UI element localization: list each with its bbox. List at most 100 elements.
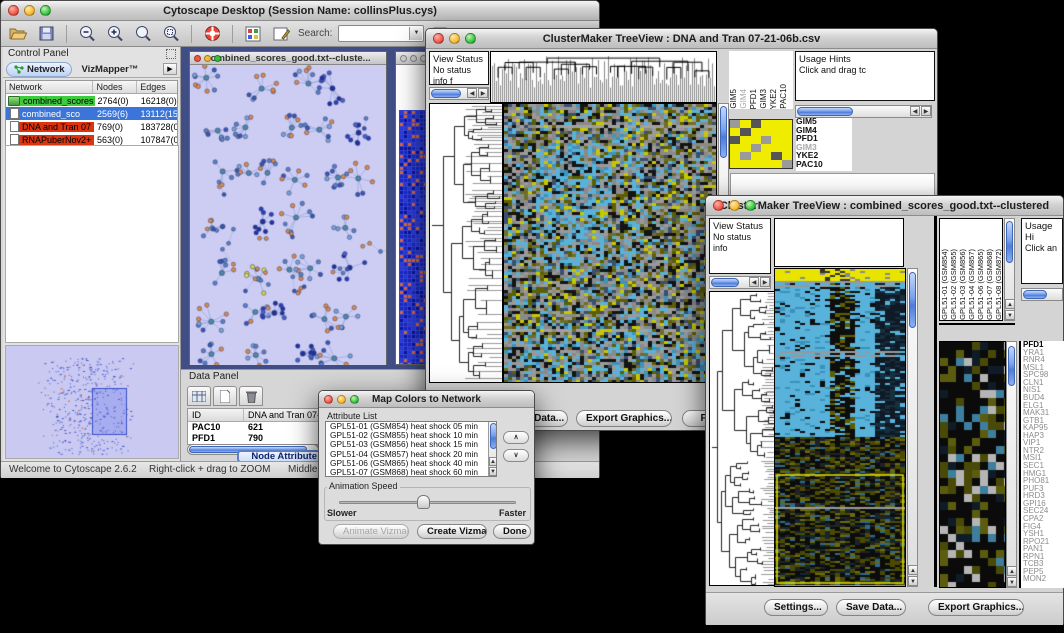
scroll-right-icon[interactable]: ▶ bbox=[921, 106, 931, 116]
minimize-button[interactable] bbox=[204, 55, 211, 62]
zoom-button[interactable] bbox=[350, 395, 359, 404]
scroll-up-icon[interactable]: ▲ bbox=[489, 457, 497, 466]
matrix-cell[interactable] bbox=[771, 120, 781, 128]
matrix-cell[interactable] bbox=[771, 136, 781, 144]
network-view-canvas[interactable] bbox=[190, 65, 386, 365]
scrollbar-thumb[interactable] bbox=[1006, 221, 1013, 263]
main-heatmap-canvas[interactable] bbox=[775, 269, 905, 586]
tab-vizmapper[interactable]: VizMapper™ bbox=[74, 63, 145, 76]
hints-hscrollbar[interactable]: ◀ ▶ bbox=[795, 105, 932, 118]
matrix-cell[interactable] bbox=[740, 128, 750, 136]
zoom-in-button[interactable] bbox=[104, 24, 126, 44]
matrix-cell[interactable] bbox=[730, 160, 740, 168]
scroll-left-icon[interactable]: ◀ bbox=[749, 277, 759, 287]
matrix-cell[interactable] bbox=[761, 128, 771, 136]
heatmap-vscrollbar[interactable]: ▲ ▼ bbox=[907, 268, 918, 587]
matrix-cell[interactable] bbox=[782, 152, 792, 160]
matrix-cell[interactable] bbox=[740, 152, 750, 160]
zoom-out-button[interactable] bbox=[76, 24, 98, 44]
left-dendrogram-canvas[interactable] bbox=[710, 292, 774, 585]
scroll-down-icon[interactable]: ▼ bbox=[1007, 577, 1017, 587]
zoom-button[interactable] bbox=[40, 5, 51, 16]
left-dendrogram[interactable] bbox=[429, 103, 503, 383]
zoom-selected-button[interactable] bbox=[160, 24, 182, 44]
scroll-down-icon[interactable]: ▼ bbox=[1005, 310, 1015, 320]
animate-vizmap-button[interactable]: Animate Vizmap bbox=[333, 524, 409, 539]
network-tree-row[interactable]: DNA and Tran 07769(0)183728(0) bbox=[6, 120, 177, 133]
attribute-list-item[interactable]: GPL51-07 (GSM868) heat shock 60 min bbox=[328, 468, 496, 477]
matrix-cell[interactable] bbox=[771, 152, 781, 160]
network-tree-row[interactable]: combined_sco2569(6)13112(15) bbox=[6, 107, 177, 120]
gene-label[interactable]: MON2 bbox=[1023, 575, 1064, 583]
close-button[interactable] bbox=[194, 55, 201, 62]
delete-attribute-button[interactable] bbox=[239, 386, 263, 406]
hints-hscrollbar[interactable] bbox=[1021, 288, 1063, 301]
search-input[interactable] bbox=[339, 29, 409, 44]
scrollbar-thumb[interactable] bbox=[720, 106, 727, 158]
dialog-titlebar[interactable]: Map Colors to Network bbox=[319, 391, 534, 408]
minimize-button[interactable] bbox=[410, 55, 417, 62]
labels-vscrollbar[interactable]: ▲ ▼ bbox=[1004, 218, 1015, 321]
matrix-cell[interactable] bbox=[782, 120, 792, 128]
scroll-up-icon[interactable]: ▲ bbox=[908, 565, 918, 575]
move-up-button[interactable]: ∧ bbox=[503, 431, 529, 444]
help-button[interactable] bbox=[201, 24, 223, 44]
status-hscrollbar[interactable]: ◀ ▶ bbox=[709, 276, 771, 289]
close-button[interactable] bbox=[324, 395, 333, 404]
matrix-cell[interactable] bbox=[740, 120, 750, 128]
network-tree-row[interactable]: combined_scores2764(0)16218(0) bbox=[6, 94, 177, 107]
matrix-cell[interactable] bbox=[761, 144, 771, 152]
search-combo[interactable]: ▼ bbox=[338, 25, 424, 42]
matrix-cell[interactable] bbox=[740, 160, 750, 168]
matrix-cell[interactable] bbox=[782, 144, 792, 152]
matrix-cell[interactable] bbox=[761, 136, 771, 144]
correlation-matrix[interactable] bbox=[729, 119, 793, 169]
scrollbar-thumb[interactable] bbox=[797, 107, 853, 116]
attribute-vscrollbar[interactable]: ▲ ▼ bbox=[488, 422, 497, 476]
minimize-button[interactable] bbox=[449, 33, 460, 44]
network-overview-canvas[interactable] bbox=[6, 346, 178, 458]
scrollbar-thumb[interactable] bbox=[1023, 290, 1047, 299]
scrollbar-thumb[interactable] bbox=[1008, 346, 1015, 386]
scrollbar-thumb[interactable] bbox=[431, 89, 461, 98]
top-dendrogram[interactable] bbox=[490, 51, 717, 103]
matrix-cell[interactable] bbox=[751, 120, 761, 128]
left-dendrogram[interactable] bbox=[709, 291, 775, 586]
minimize-button[interactable] bbox=[337, 395, 346, 404]
matrix-cell[interactable] bbox=[771, 160, 781, 168]
top-dendrogram-canvas[interactable] bbox=[491, 52, 716, 102]
left-dendrogram-canvas[interactable] bbox=[430, 104, 502, 382]
matrix-cell[interactable] bbox=[751, 128, 761, 136]
scroll-right-icon[interactable]: ▶ bbox=[478, 88, 488, 98]
save-session-button[interactable] bbox=[35, 24, 57, 44]
status-hscrollbar[interactable]: ◀ ▶ bbox=[429, 87, 489, 100]
network-frame-titlebar[interactable]: combined_scores_good.txt--cluste... bbox=[190, 52, 386, 65]
network-view-frame[interactable]: combined_scores_good.txt--cluste... bbox=[189, 51, 387, 365]
scroll-down-icon[interactable]: ▼ bbox=[489, 467, 497, 476]
matrix-cell[interactable] bbox=[782, 136, 792, 144]
export-graphics-button[interactable]: Export Graphics... bbox=[576, 410, 672, 427]
matrix-cell[interactable] bbox=[761, 152, 771, 160]
save-data-button[interactable]: Save Data... bbox=[836, 599, 906, 616]
matrix-cell[interactable] bbox=[782, 128, 792, 136]
zoom-button[interactable] bbox=[465, 33, 476, 44]
zoom-fit-button[interactable] bbox=[132, 24, 154, 44]
float-panel-icon[interactable] bbox=[166, 49, 176, 59]
zoom-button[interactable] bbox=[214, 55, 221, 62]
main-heatmap-canvas[interactable] bbox=[504, 104, 716, 382]
settings-button[interactable]: Settings... bbox=[764, 599, 828, 616]
scroll-right-icon[interactable]: ▶ bbox=[760, 277, 770, 287]
zoom-vscrollbar[interactable]: ▲ ▼ bbox=[1006, 341, 1017, 588]
scrollbar-thumb[interactable] bbox=[711, 278, 739, 287]
matrix-cell[interactable] bbox=[782, 160, 792, 168]
open-session-button[interactable] bbox=[7, 24, 29, 44]
matrix-cell[interactable] bbox=[771, 128, 781, 136]
combo-arrow-icon[interactable]: ▼ bbox=[409, 27, 422, 40]
zoom-button[interactable] bbox=[745, 200, 756, 211]
tab-overflow-icon[interactable]: ▶ bbox=[163, 63, 177, 75]
close-button[interactable] bbox=[433, 33, 444, 44]
matrix-cell[interactable] bbox=[740, 136, 750, 144]
close-button[interactable] bbox=[400, 55, 407, 62]
close-button[interactable] bbox=[713, 200, 724, 211]
minimize-button[interactable] bbox=[24, 5, 35, 16]
